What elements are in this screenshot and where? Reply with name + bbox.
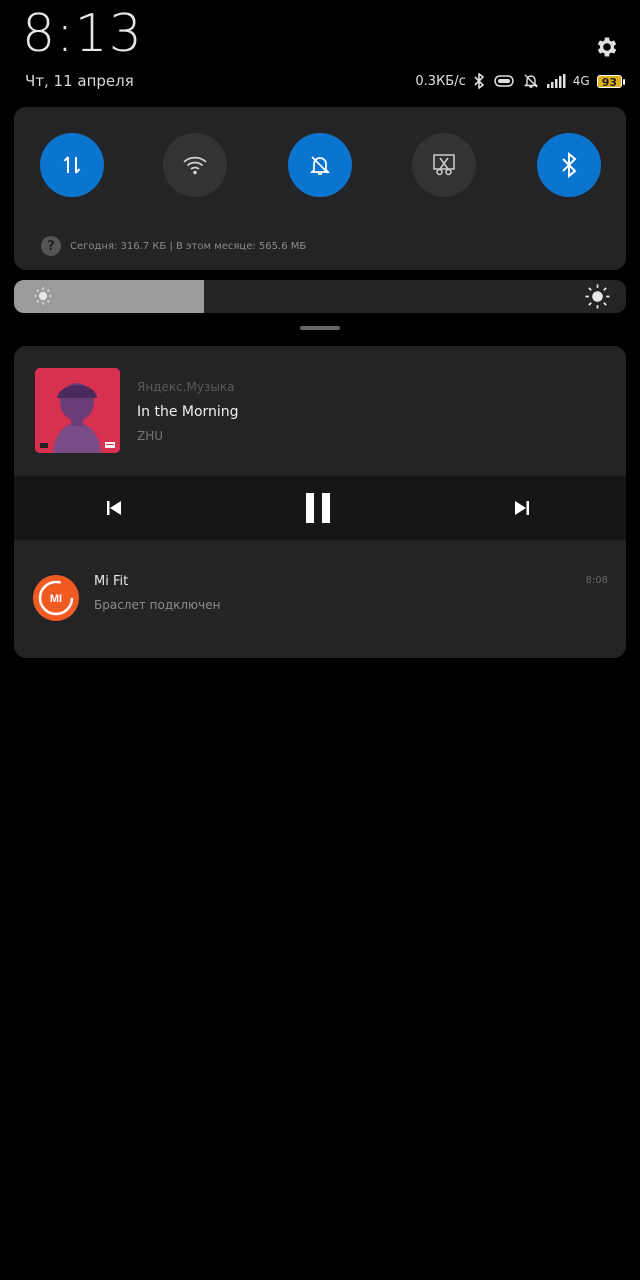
notifications-card: Яндекс.Музыка In the Morning ZHU MI Mi F bbox=[14, 346, 626, 658]
pause-icon bbox=[306, 493, 330, 523]
scissors-icon bbox=[433, 154, 455, 176]
date: Чт, 11 апреля bbox=[25, 72, 134, 90]
network-type: 4G bbox=[572, 74, 590, 88]
music-app-name: Яндекс.Музыка bbox=[137, 380, 235, 394]
toggle-mobile-data[interactable] bbox=[40, 133, 104, 197]
skip-previous-icon bbox=[107, 501, 121, 515]
bell-off-icon bbox=[309, 156, 331, 175]
help-icon: ? bbox=[41, 236, 61, 256]
track-artist: ZHU bbox=[137, 429, 164, 443]
track-title: In the Morning bbox=[137, 404, 239, 420]
clock: 8:13 bbox=[22, 4, 143, 64]
status-bar: 0.3КБ/с 4G 93 bbox=[415, 70, 626, 92]
svg-text:MI: MI bbox=[50, 593, 62, 605]
notification-app-name: Mi Fit bbox=[94, 574, 129, 589]
toggle-screenshot[interactable] bbox=[412, 133, 476, 197]
net-speed: 0.3КБ/с bbox=[415, 73, 466, 89]
brightness-slider[interactable] bbox=[14, 280, 626, 313]
brightness-high-icon bbox=[585, 284, 610, 309]
vibrate-icon bbox=[494, 75, 514, 87]
toggle-silent[interactable] bbox=[288, 133, 352, 197]
toggle-bluetooth[interactable] bbox=[537, 133, 601, 197]
usage-text: Сегодня: 316.7 КБ | В этом месяце: 565.6… bbox=[70, 240, 307, 252]
notification-text: Браслет подключен bbox=[94, 598, 221, 612]
pause-button[interactable] bbox=[302, 492, 334, 524]
toggle-wifi[interactable] bbox=[163, 133, 227, 197]
media-controls bbox=[14, 476, 626, 540]
previous-button[interactable] bbox=[98, 492, 130, 524]
mi-fit-app-icon[interactable]: MI bbox=[32, 574, 80, 622]
skip-next-icon bbox=[515, 501, 529, 515]
data-usage[interactable]: ? Сегодня: 316.7 КБ | В этом месяце: 565… bbox=[41, 236, 306, 256]
quick-settings-panel: ? Сегодня: 316.7 КБ | В этом месяце: 565… bbox=[14, 107, 626, 270]
signal-icon bbox=[546, 74, 566, 88]
album-cover-image bbox=[35, 368, 120, 453]
bluetooth-icon bbox=[474, 73, 484, 89]
album-art[interactable] bbox=[35, 368, 120, 453]
drag-handle[interactable] bbox=[300, 326, 340, 330]
gear-icon[interactable] bbox=[594, 34, 620, 60]
bluetooth-icon bbox=[562, 152, 577, 178]
bell-off-icon bbox=[523, 74, 538, 88]
next-button[interactable] bbox=[506, 492, 538, 524]
battery-indicator: 93 bbox=[596, 74, 626, 89]
data-arrows-icon bbox=[63, 156, 81, 174]
brightness-low-icon bbox=[34, 287, 52, 305]
notification-time: 8:08 bbox=[585, 575, 608, 586]
wifi-icon bbox=[183, 156, 207, 175]
